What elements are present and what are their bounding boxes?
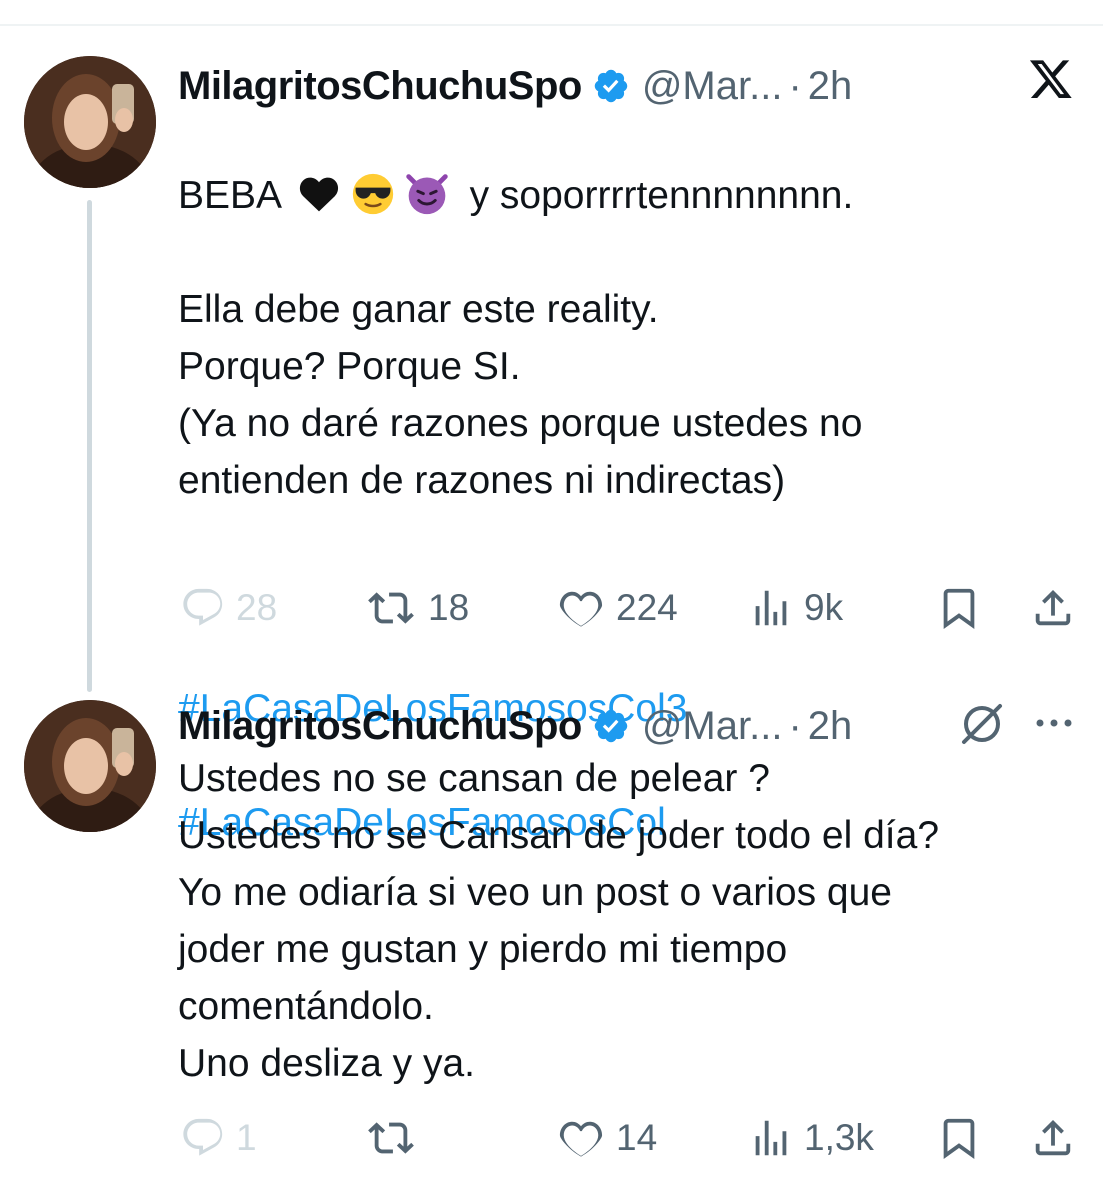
timestamp[interactable]: 2h [808, 704, 853, 749]
reply-button[interactable]: 1 [180, 1108, 257, 1168]
reply-icon [183, 1118, 223, 1156]
views-count: 9k [804, 587, 844, 628]
views-icon [755, 1120, 787, 1156]
separator-dot: · [788, 63, 802, 108]
handle[interactable]: @Mar... [642, 64, 783, 109]
views-count: 1,3k [804, 1117, 874, 1158]
tweet-text: Ustedes no se cansan de pelear ? Ustedes… [178, 757, 940, 1085]
sunglasses-emoji [352, 173, 393, 215]
tweet-text-prefix: BEBA [178, 174, 280, 217]
tweet[interactable]: MilagritosChuchuSpo @Mar... · 2h Ustedes… [0, 696, 1103, 1186]
bookmark-button[interactable] [936, 1108, 982, 1168]
retweet-icon [368, 592, 414, 624]
tweet-first-line: BEBA y soporrrrtennnnnnnn. [178, 167, 862, 224]
reply-button[interactable]: 28 [180, 578, 277, 638]
views-button[interactable]: 1,3k [748, 1108, 874, 1168]
bookmark-icon [943, 1118, 975, 1159]
avatar[interactable] [24, 700, 156, 832]
share-button[interactable] [1030, 1108, 1076, 1168]
heart-icon [559, 1121, 603, 1157]
reply-icon [183, 588, 223, 626]
like-button[interactable]: 224 [556, 578, 678, 638]
tweet-text-rest: Ella debe ganar este reality. Porque? Po… [178, 288, 863, 502]
reply-count: 28 [236, 587, 278, 628]
tweet[interactable]: MilagritosChuchuSpo @Mar... · 2h BEBA y … [0, 56, 1103, 844]
retweet-button[interactable]: 18 [364, 578, 469, 638]
tweet-text-first: y soporrrrtennnnnnnn. [469, 174, 854, 217]
separator-dot: · [788, 703, 802, 748]
retweet-icon [368, 1122, 414, 1154]
black-heart-emoji [299, 177, 338, 212]
smiling-devil-emoji [406, 174, 448, 215]
verified-badge-icon [594, 69, 628, 103]
like-count: 224 [616, 587, 678, 628]
display-name[interactable]: MilagritosChuchuSpo [178, 704, 582, 749]
retweet-button[interactable] [364, 1108, 428, 1168]
share-button[interactable] [1030, 578, 1076, 638]
verified-badge-icon [594, 709, 628, 743]
share-icon [1035, 589, 1071, 626]
avatar[interactable] [24, 56, 156, 188]
heart-icon [559, 591, 603, 627]
display-name[interactable]: MilagritosChuchuSpo [178, 64, 582, 109]
handle[interactable]: @Mar... [642, 704, 783, 749]
tweet-header: MilagritosChuchuSpo @Mar... · 2h [178, 696, 852, 756]
tweet-header: MilagritosChuchuSpo @Mar... · 2h [178, 56, 852, 116]
share-icon [1035, 1119, 1071, 1156]
tweet-actions: 28 18 224 9k [0, 578, 1103, 638]
bookmark-button[interactable] [936, 578, 982, 638]
tweet-actions: 1 14 1,3k [0, 1108, 1103, 1168]
views-button[interactable]: 9k [748, 578, 843, 638]
retweet-count: 18 [428, 587, 470, 628]
top-divider [0, 24, 1103, 26]
views-icon [755, 590, 787, 626]
timestamp[interactable]: 2h [808, 64, 853, 109]
like-button[interactable]: 14 [556, 1108, 657, 1168]
bookmark-icon [943, 588, 975, 629]
like-count: 14 [616, 1117, 658, 1158]
reply-count: 1 [236, 1117, 257, 1158]
